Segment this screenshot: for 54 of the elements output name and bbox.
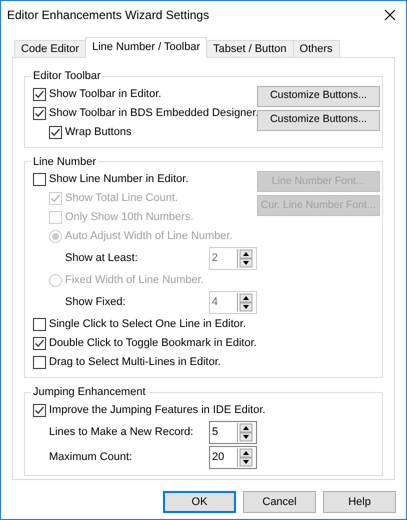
field-label: Show at Least:	[65, 251, 138, 266]
checkbox-label: Wrap Buttons	[65, 124, 132, 140]
tab[interactable]: Code Editor	[14, 40, 86, 58]
group-title: Jumping Enhancement	[32, 385, 147, 400]
spin-field[interactable]: 20	[209, 446, 257, 468]
field-label: Maximum Count:	[49, 450, 132, 465]
tab[interactable]: Line Number / Toolbar	[85, 37, 208, 58]
field-value: 2	[210, 251, 219, 266]
spin-arrows-icon	[237, 448, 253, 466]
checkbox[interactable]	[33, 318, 46, 331]
checkbox-label: Double Click to Toggle Bookmark in Editor.	[49, 336, 257, 352]
checkbox[interactable]	[49, 126, 62, 138]
dialog-button[interactable]: Customize Buttons...	[257, 86, 380, 106]
checkmark-icon	[50, 126, 61, 138]
field-value: 20	[211, 450, 226, 465]
dialog-button[interactable]: Help	[323, 491, 396, 513]
dialog-button[interactable]: Cancel	[243, 491, 316, 513]
checkbox-label: Only Show 10th Numbers.	[65, 210, 194, 226]
field-value: 4	[210, 295, 219, 310]
checkbox-label: Single Click to Select One Line in Editor.	[49, 317, 246, 332]
radio-label: Fixed Width of Line Number.	[65, 273, 204, 288]
field-value: 5	[211, 424, 220, 440]
checkbox-label: Show Toolbar in Editor.	[49, 86, 162, 102]
field-label: Show Fixed:	[65, 295, 126, 310]
checkbox-label: Show Toolbar in BDS Embedded Designer.	[49, 106, 259, 121]
checkmark-icon	[34, 108, 45, 118]
spin-arrows-icon	[236, 293, 253, 312]
window-title: Editor Enhancements Wizard Settings	[7, 6, 210, 24]
dialog-button[interactable]: OK	[163, 491, 236, 513]
checkmark-icon	[50, 193, 61, 204]
checkbox-label: Drag to Select Multi-Lines in Editor.	[49, 355, 221, 370]
close-icon[interactable]	[384, 8, 396, 20]
checkbox-label: Show Line Number in Editor.	[49, 172, 188, 188]
field-label: Lines to Make a New Record:	[49, 424, 194, 440]
spin-arrows-icon	[237, 422, 253, 442]
spin-field[interactable]: 5	[209, 420, 257, 444]
checkmark-icon	[34, 338, 45, 349]
radio-label: Auto Adjust Width of Line Number.	[65, 229, 233, 244]
group-title: Editor Toolbar	[32, 69, 102, 84]
tab[interactable]: Tabset / Button	[206, 40, 294, 58]
dialog-button[interactable]: Customize Buttons...	[257, 110, 380, 130]
group-title: Line Number	[32, 154, 97, 170]
checkmark-icon	[34, 88, 45, 100]
checkbox[interactable]	[33, 404, 46, 416]
checkbox[interactable]	[33, 88, 46, 100]
spin-arrows-icon	[236, 249, 253, 268]
checkbox-label: Improve the Jumping Features in IDE Editor.	[49, 402, 266, 418]
checkbox-label: Show Total Line Count.	[65, 191, 178, 206]
tab[interactable]: Others	[292, 40, 340, 58]
checkmark-icon	[34, 404, 45, 416]
checkbox[interactable]	[33, 106, 46, 120]
checkbox[interactable]	[33, 356, 46, 369]
checkbox[interactable]	[33, 173, 46, 186]
checkbox[interactable]	[33, 337, 46, 350]
